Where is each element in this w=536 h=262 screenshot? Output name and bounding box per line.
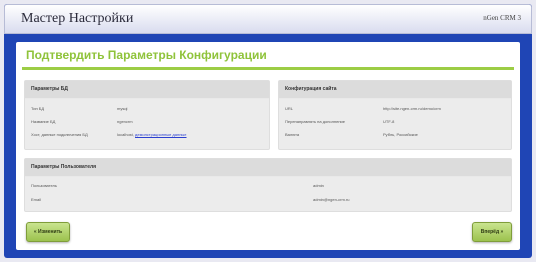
admin-email-label: Email (31, 197, 42, 202)
db-name-label: Название БД (31, 119, 56, 124)
admin-user-box: Параметры Пользователя Пользователь admi… (24, 158, 512, 212)
site-url-value: http://site.ngen-crm.ru/demo/crm (383, 106, 441, 111)
db-settings-box: Параметры БД Тип БД mysql Название БД ng… (24, 80, 270, 150)
db-type-label: Тип БД (31, 106, 45, 111)
wizard-window: Мастер Настройки nGen CRM 3 Подтвердить … (4, 4, 532, 258)
site-config-box: Конфигурация сайта URL http://site.ngen-… (278, 80, 512, 150)
site-encoding-label: Перенаправлять на дополнение (285, 119, 345, 124)
db-name-value: ngencrm (117, 119, 133, 124)
title-divider (22, 67, 514, 70)
db-type-value: mysql (117, 106, 128, 111)
admin-user-header: Параметры Пользователя (25, 159, 511, 177)
db-host-label: Хост, данные подключения БД (31, 132, 88, 137)
demo-data-link[interactable]: демонстрационные данные (135, 132, 186, 137)
site-currency-label: Валюта (285, 132, 300, 137)
product-name: nGen CRM 3 (483, 14, 521, 22)
admin-username-value: admin (313, 183, 324, 188)
site-config-title: Конфигурация сайта (285, 86, 337, 92)
wizard-title: Мастер Настройки (21, 11, 134, 26)
db-settings-header: Параметры БД (25, 81, 269, 99)
db-host-value: localhost, демонстрационные данные (117, 132, 187, 137)
site-url-label: URL (285, 106, 294, 111)
site-encoding-value: UTF-8 (383, 119, 395, 124)
site-config-header: Конфигурация сайта (279, 81, 511, 99)
admin-user-title: Параметры Пользователя (31, 164, 97, 170)
db-host-text: localhost, (117, 132, 134, 137)
db-settings-title: Параметры БД (31, 86, 68, 92)
admin-username-label: Пользователь (31, 183, 57, 188)
back-button[interactable]: « Изменить (26, 222, 70, 242)
site-currency-value: Рубль, Российские (383, 132, 418, 137)
title-bar: Мастер Настройки nGen CRM 3 (4, 4, 532, 34)
next-button[interactable]: Вперёд » (472, 222, 512, 242)
admin-email-value: admin@ngen-crm.ru (313, 197, 350, 202)
main-panel: Подтвердить Параметры Конфигурации Парам… (16, 42, 520, 250)
page-title: Подтвердить Параметры Конфигурации (26, 48, 267, 62)
